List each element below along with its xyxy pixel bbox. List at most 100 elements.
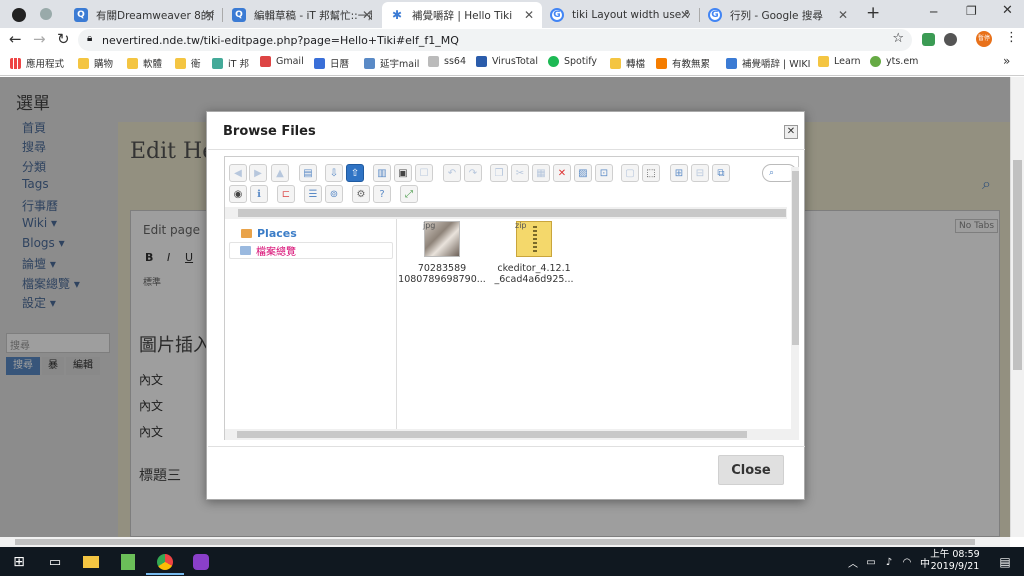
chrome-icon[interactable] xyxy=(154,551,176,573)
file-item-image[interactable]: jpg 70283589 1080789698790... xyxy=(396,221,488,285)
folder-icon xyxy=(175,57,186,69)
date: 2019/9/21 xyxy=(930,561,980,572)
paste-icon[interactable]: ▦ xyxy=(532,164,550,182)
bookmark-item[interactable]: 轉檔 xyxy=(610,56,645,70)
tab-4[interactable]: G tiki Layout width use % - G ✕ xyxy=(542,2,698,28)
toolbar-scroll-thumb[interactable] xyxy=(238,209,786,217)
bookmark-item[interactable]: 購物 xyxy=(78,56,113,70)
copy-icon[interactable]: ❐ xyxy=(490,164,508,182)
delete-icon[interactable]: ✕ xyxy=(553,164,571,182)
page-hscroll-thumb[interactable] xyxy=(15,539,975,545)
window-close-button[interactable]: ✕ xyxy=(1002,3,1013,18)
redo-icon[interactable]: ↷ xyxy=(464,164,482,182)
up-icon[interactable]: ▲ xyxy=(271,164,289,182)
address-bar[interactable]: 🔒︎ nevertired.nde.tw/tiki-editpage.php?p… xyxy=(78,29,912,51)
extension-icon[interactable] xyxy=(922,33,935,46)
places-panel: Places 檔案總覽 xyxy=(225,219,397,429)
files-scroll-thumb[interactable] xyxy=(792,171,799,345)
sort-icon[interactable]: ⧉ xyxy=(712,164,730,182)
close-icon[interactable]: ✕ xyxy=(524,8,534,22)
tab-2[interactable]: Q 編輯草稿 - iT 邦幫忙::一起幫 ✕ xyxy=(224,2,380,28)
tab-icon: Q xyxy=(232,8,246,22)
profile-avatar[interactable]: 暫停 xyxy=(976,31,992,47)
folder-item[interactable]: 檔案總覽 xyxy=(229,242,393,259)
places-icon[interactable]: ⊚ xyxy=(325,185,343,203)
icons-view-icon[interactable]: ⊞ xyxy=(670,164,688,182)
star-icon[interactable]: ☆ xyxy=(892,31,904,46)
clock[interactable]: 上午 08:59 2019/9/21 xyxy=(922,549,988,573)
undo-icon[interactable]: ↶ xyxy=(443,164,461,182)
time: 上午 08:59 xyxy=(930,549,980,560)
tab-title: 行列 - Google 搜尋 xyxy=(730,9,823,22)
resize-icon[interactable]: ⊡ xyxy=(595,164,613,182)
bookmark-item[interactable]: VirusTotal xyxy=(476,56,538,67)
bookmark-item[interactable]: iT 邦 xyxy=(212,56,249,70)
close-icon[interactable]: ✕ xyxy=(680,8,690,22)
spotify-icon xyxy=(548,56,559,67)
bookmark-item[interactable]: 衛 xyxy=(175,56,201,70)
tab-5[interactable]: G 行列 - Google 搜尋 ✕ xyxy=(700,2,856,28)
files-hscroll-thumb[interactable] xyxy=(237,431,747,438)
info-icon[interactable]: ℹ xyxy=(250,185,268,203)
settings-icon[interactable]: ⚙ xyxy=(352,185,370,203)
tab-3-active[interactable]: ✱ 補覺嚼辞 | Hello Tiki ✕ xyxy=(382,2,542,28)
notification-icon[interactable]: ▤ xyxy=(994,551,1016,573)
extension-icon[interactable] xyxy=(944,33,957,46)
more-bookmarks[interactable]: » xyxy=(1003,54,1010,68)
close-icon[interactable]: ✕ xyxy=(204,8,214,22)
list-view-icon[interactable]: ⊟ xyxy=(691,164,709,182)
close-button[interactable]: Close xyxy=(718,455,784,485)
preview-icon[interactable]: ◉ xyxy=(229,185,247,203)
bookmark-item[interactable]: Spotify xyxy=(548,56,597,67)
folder-icon xyxy=(818,56,829,67)
forward-icon[interactable]: → xyxy=(33,30,46,48)
fullscreen-icon[interactable]: ⤢ xyxy=(400,185,418,203)
bookmark-item[interactable]: 軟體 xyxy=(127,56,162,70)
notepad-icon[interactable] xyxy=(117,551,139,573)
file-manager-toolbar: ◀ ▶ ▲ ▤ ⇩ ⇧ ▥ ▣ ☐ ↶ ↷ ❐ ✂ ▦ ✕ ▨ ⊡ ▢ ⬚ ⊞ … xyxy=(225,157,787,207)
page-scroll-thumb[interactable] xyxy=(1013,160,1022,370)
app-icon[interactable] xyxy=(190,551,212,573)
bookmark-item[interactable]: 有教無累 xyxy=(656,56,710,70)
bookmark-item[interactable]: Gmail xyxy=(260,56,304,67)
chrome-icon[interactable] xyxy=(12,8,26,22)
restore-button[interactable]: ❐ xyxy=(966,4,977,18)
download-icon[interactable]: ⇩ xyxy=(325,164,343,182)
select-icon[interactable]: ⬚ xyxy=(642,164,660,182)
dialog-close-icon[interactable]: ✕ xyxy=(784,125,798,139)
upload-icon[interactable]: ⇧ xyxy=(346,164,364,182)
windows-start-icon[interactable]: ⊞ xyxy=(8,551,30,573)
bookmark-item[interactable]: yts.em xyxy=(870,56,918,67)
rename-icon[interactable]: ⊏ xyxy=(277,185,295,203)
new-tab-button[interactable]: + xyxy=(866,3,880,23)
bookmark-apps[interactable]: 應用程式 xyxy=(10,56,64,70)
tab-1[interactable]: Q 有關Dreamweaver 8的問題 ✕ xyxy=(66,2,222,28)
bookmark-item[interactable]: Learn xyxy=(818,56,861,67)
archive-icon[interactable]: ▨ xyxy=(574,164,592,182)
minimize-button[interactable]: ─ xyxy=(930,5,937,19)
reload-icon[interactable]: ↻ xyxy=(57,30,70,48)
mkdir-icon[interactable]: ▤ xyxy=(299,164,317,182)
bookmark-item[interactable]: 延宇mail xyxy=(364,56,419,70)
file-explorer-icon[interactable] xyxy=(80,551,102,573)
bookmark-item[interactable]: 補覺嚼辞 | WIKI xyxy=(726,56,810,70)
save-icon[interactable]: ▣ xyxy=(394,164,412,182)
bookmark-item[interactable]: 日曆 xyxy=(314,56,349,70)
file-item-zip[interactable]: zip ckeditor_4.12.1 _6cad4a6d925... xyxy=(488,221,580,285)
back-icon[interactable]: ← xyxy=(9,30,22,48)
tab-search-icon[interactable] xyxy=(40,8,52,20)
menu-icon[interactable]: ⋮ xyxy=(1005,30,1018,45)
getfile-icon[interactable]: ☐ xyxy=(415,164,433,182)
cut-icon[interactable]: ✂ xyxy=(511,164,529,182)
forward-icon[interactable]: ▶ xyxy=(249,164,267,182)
close-icon[interactable]: ✕ xyxy=(838,8,848,22)
view-details-icon[interactable]: ☰ xyxy=(304,185,322,203)
places-header[interactable]: Places xyxy=(241,227,297,240)
bookmark-item[interactable]: ss64 xyxy=(428,56,466,67)
open-icon[interactable]: ▥ xyxy=(373,164,391,182)
task-view-icon[interactable]: ▭ xyxy=(44,551,66,573)
help-icon[interactable]: ? xyxy=(373,185,391,203)
edit-icon[interactable]: ▢ xyxy=(621,164,639,182)
close-icon[interactable]: ✕ xyxy=(362,8,372,22)
back-icon[interactable]: ◀ xyxy=(229,164,247,182)
